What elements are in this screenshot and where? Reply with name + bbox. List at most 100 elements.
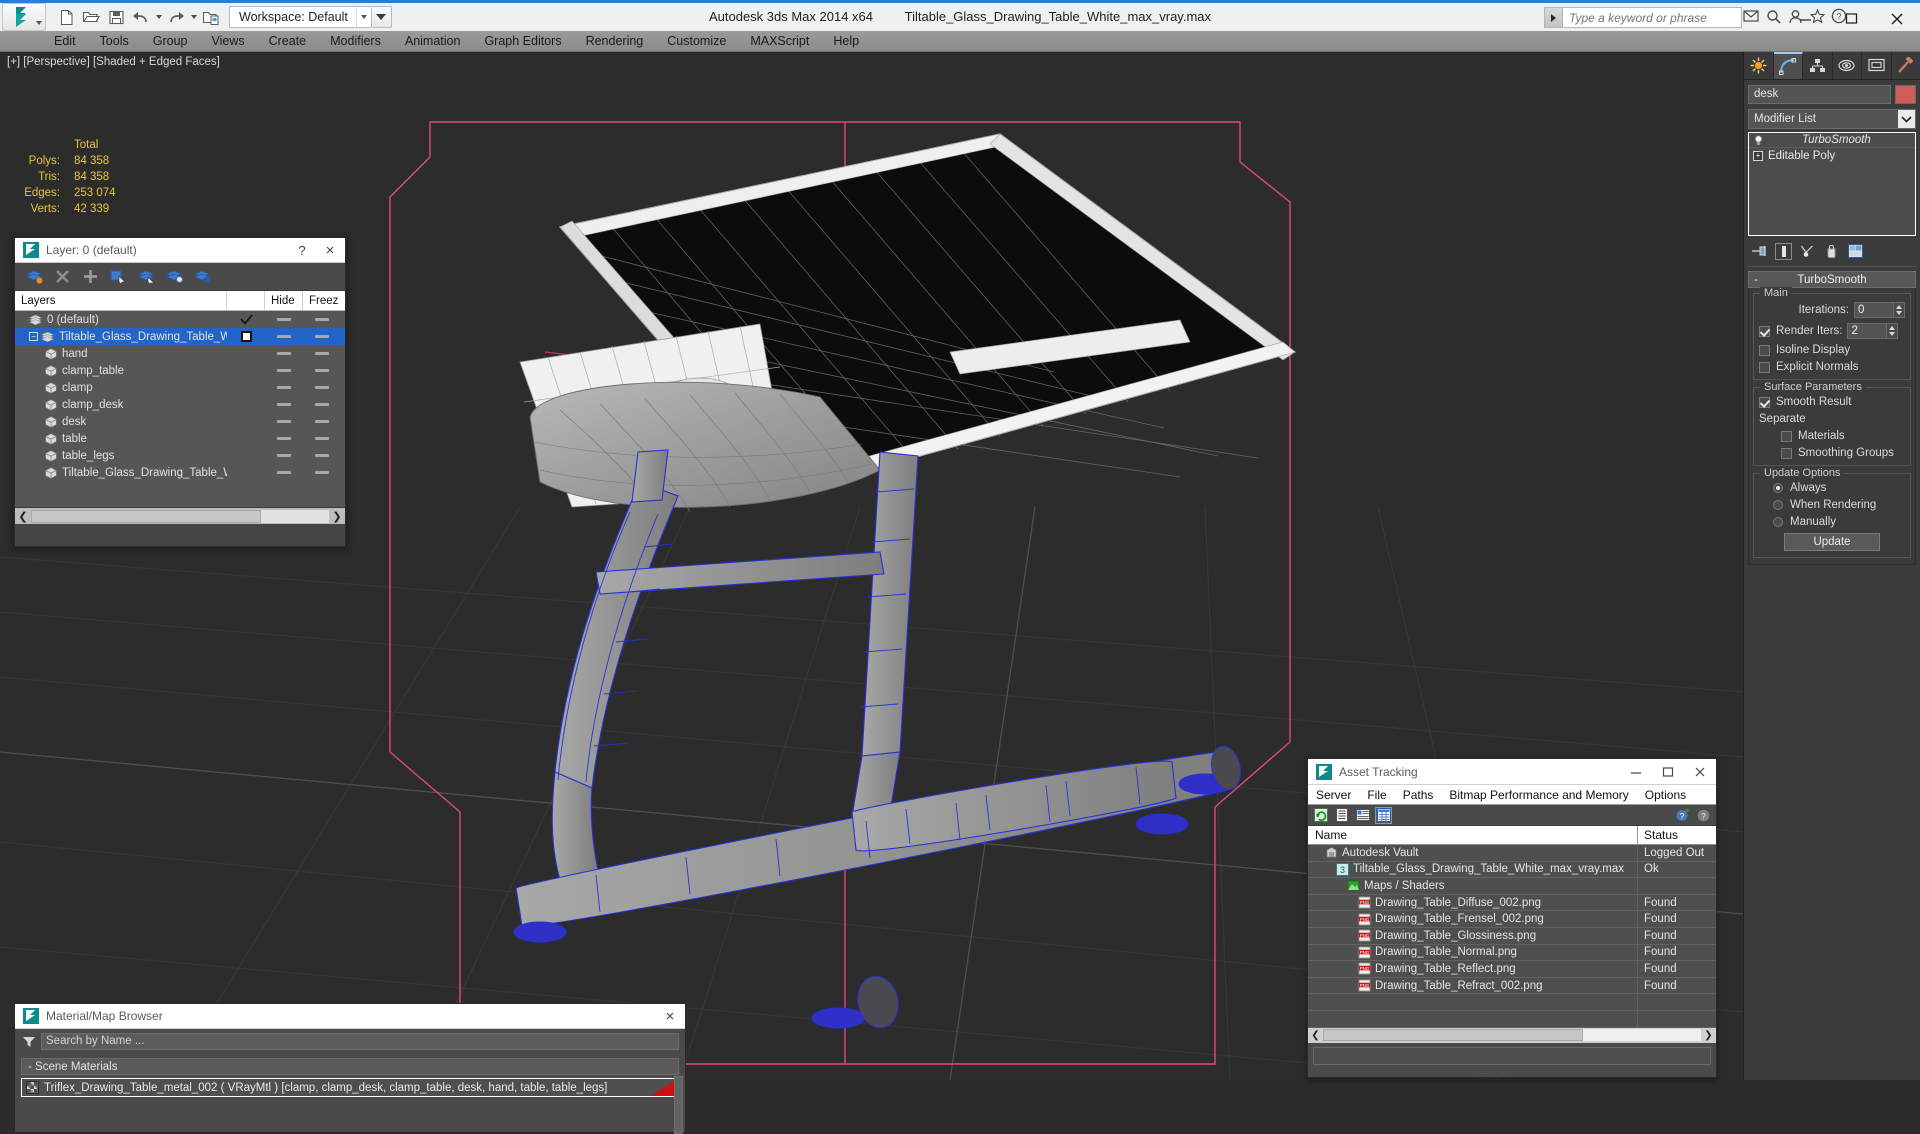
- refresh-icon[interactable]: [1313, 808, 1328, 823]
- redo-button[interactable]: [164, 5, 188, 29]
- menu-item-tools[interactable]: Tools: [88, 31, 141, 52]
- asset-table-row[interactable]: PNGDrawing_Table_Glossiness.pngFound: [1308, 928, 1716, 945]
- layer-row[interactable]: clamp: [15, 379, 345, 396]
- maximize-button[interactable]: [1828, 3, 1874, 34]
- explicit-normals-row[interactable]: Explicit Normals: [1759, 361, 1905, 373]
- layer-row-freeze-cell[interactable]: [303, 386, 341, 389]
- filter-funnel-icon[interactable]: [21, 1034, 37, 1050]
- layer-row-freeze-cell[interactable]: [303, 369, 341, 372]
- undo-dropdown[interactable]: [154, 5, 163, 29]
- asset-table-row[interactable]: PNGDrawing_Table_Normal.pngFound: [1308, 945, 1716, 962]
- asset-scroll-thumb[interactable]: [1323, 1029, 1583, 1041]
- separate-materials-checkbox[interactable]: [1781, 431, 1792, 442]
- keyword-search[interactable]: [1544, 7, 1742, 28]
- empty-checkbox-icon[interactable]: [241, 331, 252, 342]
- smooth-result-checkbox[interactable]: [1759, 397, 1770, 408]
- layer-row-freeze-cell[interactable]: [303, 420, 341, 423]
- new-layer-icon[interactable]: [25, 268, 43, 286]
- material-list-item[interactable]: Triflex_Drawing_Table_metal_002 ( VRayMt…: [21, 1078, 679, 1097]
- motion-tab[interactable]: [1833, 52, 1863, 79]
- layer-row-hide-cell[interactable]: [265, 403, 303, 406]
- add-selection-to-layer-icon[interactable]: [81, 268, 99, 286]
- asset-table-row[interactable]: PNGDrawing_Table_Frensel_002.pngFound: [1308, 911, 1716, 928]
- layer-dialog-help-button[interactable]: ?: [289, 243, 315, 258]
- scroll-left-icon[interactable]: ❮: [15, 510, 31, 523]
- layer-dialog-close-button[interactable]: ×: [315, 243, 345, 258]
- select-objects-in-layer-icon[interactable]: [109, 268, 127, 286]
- configure-modifier-sets-icon[interactable]: [1847, 243, 1864, 260]
- layer-row-freeze-cell[interactable]: [303, 454, 341, 457]
- new-file-button[interactable]: [54, 5, 78, 29]
- scroll-thumb[interactable]: [31, 510, 261, 523]
- asset-table-row[interactable]: [1308, 1011, 1716, 1028]
- layer-row-hide-cell[interactable]: [265, 369, 303, 372]
- communication-center-icon[interactable]: [1742, 7, 1760, 25]
- material-browser-vscrollbar[interactable]: [674, 1076, 683, 1134]
- open-file-button[interactable]: [79, 5, 103, 29]
- asset-table-row[interactable]: PNGDrawing_Table_Diffuse_002.pngFound: [1308, 895, 1716, 912]
- update-manually-row[interactable]: Manually: [1773, 516, 1905, 528]
- asset-menu-paths[interactable]: Paths: [1395, 785, 1442, 805]
- modifier-list-dropdown[interactable]: Modifier List: [1748, 109, 1916, 129]
- iterations-input[interactable]: [1854, 302, 1894, 318]
- redo-dropdown[interactable]: [189, 5, 198, 29]
- save-file-button[interactable]: [104, 5, 128, 29]
- layer-row[interactable]: 0 (default): [15, 311, 345, 328]
- menu-item-animation[interactable]: Animation: [393, 31, 473, 52]
- close-button[interactable]: [1874, 3, 1920, 34]
- search-input[interactable]: [1563, 8, 1741, 27]
- layer-row-hide-cell[interactable]: [265, 437, 303, 440]
- material-browser-titlebar[interactable]: Material/Map Browser ×: [15, 1004, 685, 1029]
- pin-stack-icon[interactable]: [1751, 243, 1768, 260]
- remove-modifier-icon[interactable]: [1823, 243, 1840, 260]
- menu-item-maxscript[interactable]: MAXScript: [738, 31, 821, 52]
- turbosmooth-rollup[interactable]: - TurboSmooth Main Iterations:: [1748, 271, 1916, 565]
- update-when-rendering-radio[interactable]: [1773, 500, 1783, 510]
- select-highlighted-objects-icon[interactable]: [137, 268, 155, 286]
- asset-table-row[interactable]: PNGDrawing_Table_Refract_002.pngFound: [1308, 978, 1716, 995]
- asset-menu-file[interactable]: File: [1359, 785, 1394, 805]
- highlight-selected-objects-icon[interactable]: [165, 268, 183, 286]
- isoline-display-checkbox[interactable]: [1759, 345, 1770, 356]
- asset-tracking-titlebar[interactable]: Asset Tracking: [1308, 759, 1716, 785]
- layer-list[interactable]: 0 (default)−Tiltable_Glass_Drawing_Table…: [15, 311, 345, 507]
- workspace-selector[interactable]: Workspace: Default: [229, 6, 372, 28]
- scroll-track[interactable]: [31, 510, 329, 523]
- layer-row-freeze-cell[interactable]: [303, 403, 341, 406]
- search-expand-icon[interactable]: [1545, 8, 1563, 27]
- expand-plus-icon[interactable]: +: [1753, 151, 1763, 161]
- rollup-header[interactable]: - TurboSmooth: [1748, 271, 1916, 288]
- menu-item-customize[interactable]: Customize: [655, 31, 738, 52]
- menu-item-rendering[interactable]: Rendering: [574, 31, 656, 52]
- layer-row-hide-cell[interactable]: [265, 335, 303, 338]
- asset-scroll-left-icon[interactable]: ❮: [1308, 1030, 1323, 1041]
- workspace-dropdown-button[interactable]: [372, 6, 392, 28]
- object-name-field[interactable]: desk: [1748, 85, 1891, 104]
- layer-row[interactable]: clamp_table: [15, 362, 345, 379]
- asset-scroll-right-icon[interactable]: ❯: [1701, 1030, 1716, 1041]
- asset-table-row[interactable]: Autodesk VaultLogged Out: [1308, 845, 1716, 862]
- layer-row[interactable]: hand: [15, 345, 345, 362]
- update-manually-radio[interactable]: [1773, 517, 1783, 527]
- explicit-normals-checkbox[interactable]: [1759, 362, 1770, 373]
- make-unique-icon[interactable]: [1799, 243, 1816, 260]
- grid-view-icon[interactable]: [1376, 808, 1391, 823]
- smooth-result-row[interactable]: Smooth Result: [1759, 396, 1905, 408]
- asset-table-row[interactable]: Maps / Shaders: [1308, 878, 1716, 895]
- layer-row[interactable]: −Tiltable_Glass_Drawing_Table_White: [15, 328, 345, 345]
- search-glass-icon[interactable]: [1764, 7, 1782, 25]
- menu-item-create[interactable]: Create: [257, 31, 319, 52]
- layer-dialog-titlebar[interactable]: Layer: 0 (default) ? ×: [15, 238, 345, 263]
- layer-row[interactable]: clamp_desk: [15, 396, 345, 413]
- asset-scroll-track[interactable]: [1323, 1029, 1701, 1041]
- asset-table-body[interactable]: Autodesk VaultLogged Out3Tiltable_Glass_…: [1308, 845, 1716, 1028]
- layer-row-hide-cell[interactable]: [265, 386, 303, 389]
- detail-view-icon[interactable]: [1355, 808, 1370, 823]
- asset-menu-bitmap-performance-and-memory[interactable]: Bitmap Performance and Memory: [1441, 785, 1636, 805]
- app-logo-button[interactable]: [2, 3, 46, 31]
- object-color-swatch[interactable]: [1895, 85, 1916, 104]
- show-end-result-icon[interactable]: [1775, 243, 1792, 260]
- render-iters-stepper[interactable]: [1887, 323, 1898, 339]
- menu-item-graph-editors[interactable]: Graph Editors: [472, 31, 573, 52]
- command-panel[interactable]: desk Modifier List TurboSmooth+Editable …: [1743, 52, 1920, 1080]
